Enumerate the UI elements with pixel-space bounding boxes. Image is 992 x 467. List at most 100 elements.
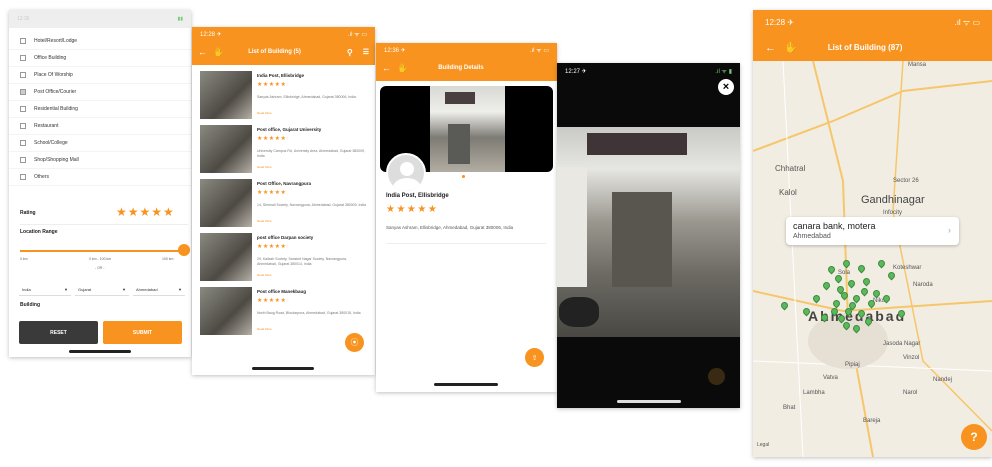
- read-more-link[interactable]: Read More: [257, 165, 272, 169]
- popup-subtitle: Ahmedabad: [793, 233, 831, 240]
- signal-icon: .ıl ᯤ ▭: [954, 17, 980, 27]
- list-item[interactable]: post office Darpan society ★★★★★ 29, Kaila…: [200, 233, 370, 283]
- building-type-option[interactable]: Restaurant: [9, 118, 191, 135]
- building-type-option[interactable]: Residential Building: [9, 101, 191, 118]
- help-button[interactable]: ?: [961, 424, 987, 450]
- checkbox[interactable]: [20, 72, 26, 78]
- checkbox[interactable]: [20, 123, 26, 129]
- map-place-label: Vinzol: [903, 355, 920, 361]
- header: 12:36 ✈ .ıl ᯤ ▭ ← ✋ Building Details: [376, 43, 557, 81]
- building-photo: [430, 86, 505, 172]
- city-value: Ahmedabad: [136, 287, 158, 292]
- status-bar: 12:36 ▮▮: [9, 10, 191, 28]
- read-more-link[interactable]: Read More: [257, 219, 272, 223]
- map-place-label: Kalol: [779, 188, 797, 197]
- read-more-link[interactable]: Read More: [257, 273, 272, 277]
- share-icon[interactable]: ⇪: [525, 348, 544, 367]
- building-type-option[interactable]: Hotel/Resort/Lodge: [9, 33, 191, 50]
- item-title: Post Office, Navrangpura: [257, 181, 312, 186]
- building-name: India Post, Ellisbridge: [386, 193, 449, 199]
- item-address: 14, Shrimali Society, Navrangpura, Ahmed…: [257, 203, 367, 207]
- rating-stars[interactable]: ★★★★★: [116, 205, 175, 219]
- building-type-option[interactable]: Shop/Shopping Mall: [9, 152, 191, 169]
- state-value: Gujarat: [78, 287, 92, 292]
- map-place-label: Bareja: [863, 418, 881, 424]
- home-indicator: [434, 383, 498, 386]
- avatar: [386, 153, 426, 193]
- building-type-label: Office Building: [34, 55, 67, 61]
- city-select[interactable]: Ahmedabad ▼: [133, 284, 185, 296]
- checkbox[interactable]: [20, 157, 26, 163]
- item-title: Post office, Gujarat University: [257, 127, 322, 132]
- item-address: University Campus Rd, University Area, A…: [257, 149, 365, 158]
- details-screen: 12:36 ✈ .ıl ᯤ ▭ ← ✋ Building Details Indi…: [376, 43, 557, 392]
- filter-screen: 12:36 ▮▮ Hotel/Resort/Lodge Office Buildin…: [9, 10, 191, 357]
- map-place-label: Vatva: [823, 375, 838, 381]
- building-type-option[interactable]: School/College: [9, 135, 191, 152]
- range-slider-knob[interactable]: [178, 244, 190, 256]
- rating-stars: ★★★★★: [257, 82, 287, 88]
- battery-icon: .ıl ᯤ ▮: [715, 69, 732, 75]
- map-canvas[interactable]: [753, 61, 992, 457]
- map-place-label: Nandej: [933, 377, 953, 383]
- back-arrow-icon[interactable]: ←: [382, 63, 391, 73]
- building-type-option[interactable]: Post Office/Courier: [9, 84, 191, 101]
- rating-stars: ★★★★★: [257, 244, 287, 250]
- building-type-option[interactable]: Office Building: [9, 50, 191, 67]
- building-type-label: School/College: [34, 140, 68, 146]
- hands-logo-icon: ✋: [397, 62, 409, 73]
- doorway: [448, 124, 470, 164]
- country-value: India: [22, 287, 31, 292]
- building-type-option[interactable]: Place Of Worship: [9, 67, 191, 84]
- place-popup[interactable]: canara bank, motera Ahmedabad ›: [786, 217, 959, 245]
- checkbox[interactable]: [20, 174, 26, 180]
- map-place-label: Lambha: [803, 390, 825, 396]
- checkbox[interactable]: [20, 106, 26, 112]
- chevron-down-icon: ▼: [122, 287, 126, 292]
- building-thumbnail: [200, 125, 252, 173]
- header: 12:28 ✈ .ıl ᯤ ▭ ← ✋ List of Building (5) …: [192, 27, 375, 65]
- share-icon: [708, 368, 725, 385]
- list-item[interactable]: Post office, Gujarat University ★★★★★ Univ…: [200, 125, 370, 175]
- list-item[interactable]: India Post, Ellisbridge ★★★★★ Sanyas Ashra…: [200, 71, 370, 121]
- search-icon[interactable]: ⚲: [347, 48, 353, 57]
- country-select[interactable]: India ▼: [19, 284, 71, 296]
- map-pin-fab-icon[interactable]: ⦿: [345, 333, 364, 352]
- avatar-body: [393, 178, 421, 191]
- divider: [386, 243, 546, 244]
- building-type-label: Restaurant: [34, 123, 59, 129]
- read-more-link[interactable]: Read More: [257, 327, 272, 331]
- building-type-label: Residential Building: [34, 106, 78, 112]
- checkbox[interactable]: [20, 55, 26, 61]
- list-item[interactable]: Post office Manekbaug ★★★★★ North Baug Roa…: [200, 287, 370, 337]
- back-arrow-icon[interactable]: ←: [765, 42, 776, 54]
- back-arrow-icon[interactable]: ←: [198, 47, 207, 57]
- checkbox[interactable]: [20, 38, 26, 44]
- page-title: List of Building (5): [248, 49, 301, 55]
- map-place-label: Narol: [903, 390, 918, 396]
- map-place-label: Sector 26: [893, 178, 919, 184]
- checkbox-checked[interactable]: [20, 89, 26, 95]
- list-item[interactable]: Post Office, Navrangpura ★★★★★ 14, Shrimal…: [200, 179, 370, 229]
- item-address: Sanyas Ashram, Ellisbridge, Ahmedabad, G…: [257, 95, 356, 99]
- range-track: [20, 250, 188, 252]
- building-type-label: Hotel/Resort/Lodge: [34, 38, 78, 44]
- map-place-label: Bhat: [783, 405, 796, 411]
- close-icon[interactable]: ×: [718, 79, 734, 95]
- reset-button[interactable]: RESET: [19, 321, 98, 344]
- building-type-option[interactable]: Others: [9, 169, 191, 186]
- rating-stars: ★★★★★: [257, 136, 287, 142]
- checkbox[interactable]: [20, 140, 26, 146]
- item-address: 29, Kailash Society, Sanskrit Nagar Soci…: [257, 257, 347, 266]
- state-select[interactable]: Gujarat ▼: [75, 284, 129, 296]
- avatar-head: [400, 162, 414, 176]
- doorway: [612, 192, 672, 287]
- read-more-link[interactable]: Read More: [257, 111, 272, 115]
- legal-link[interactable]: Legal: [757, 442, 769, 448]
- map-place-label: Mansa: [908, 62, 927, 68]
- filter-icon[interactable]: ☰: [363, 48, 369, 56]
- status-bar: 12:28 ✈ .ıl ᯤ ▭: [192, 27, 375, 41]
- item-title: post office Darpan society: [257, 235, 314, 240]
- submit-button[interactable]: SUBMIT: [103, 321, 182, 344]
- photo-viewer-screen: 12:27 ✈ .ıl ᯤ ▮ ×: [557, 63, 740, 408]
